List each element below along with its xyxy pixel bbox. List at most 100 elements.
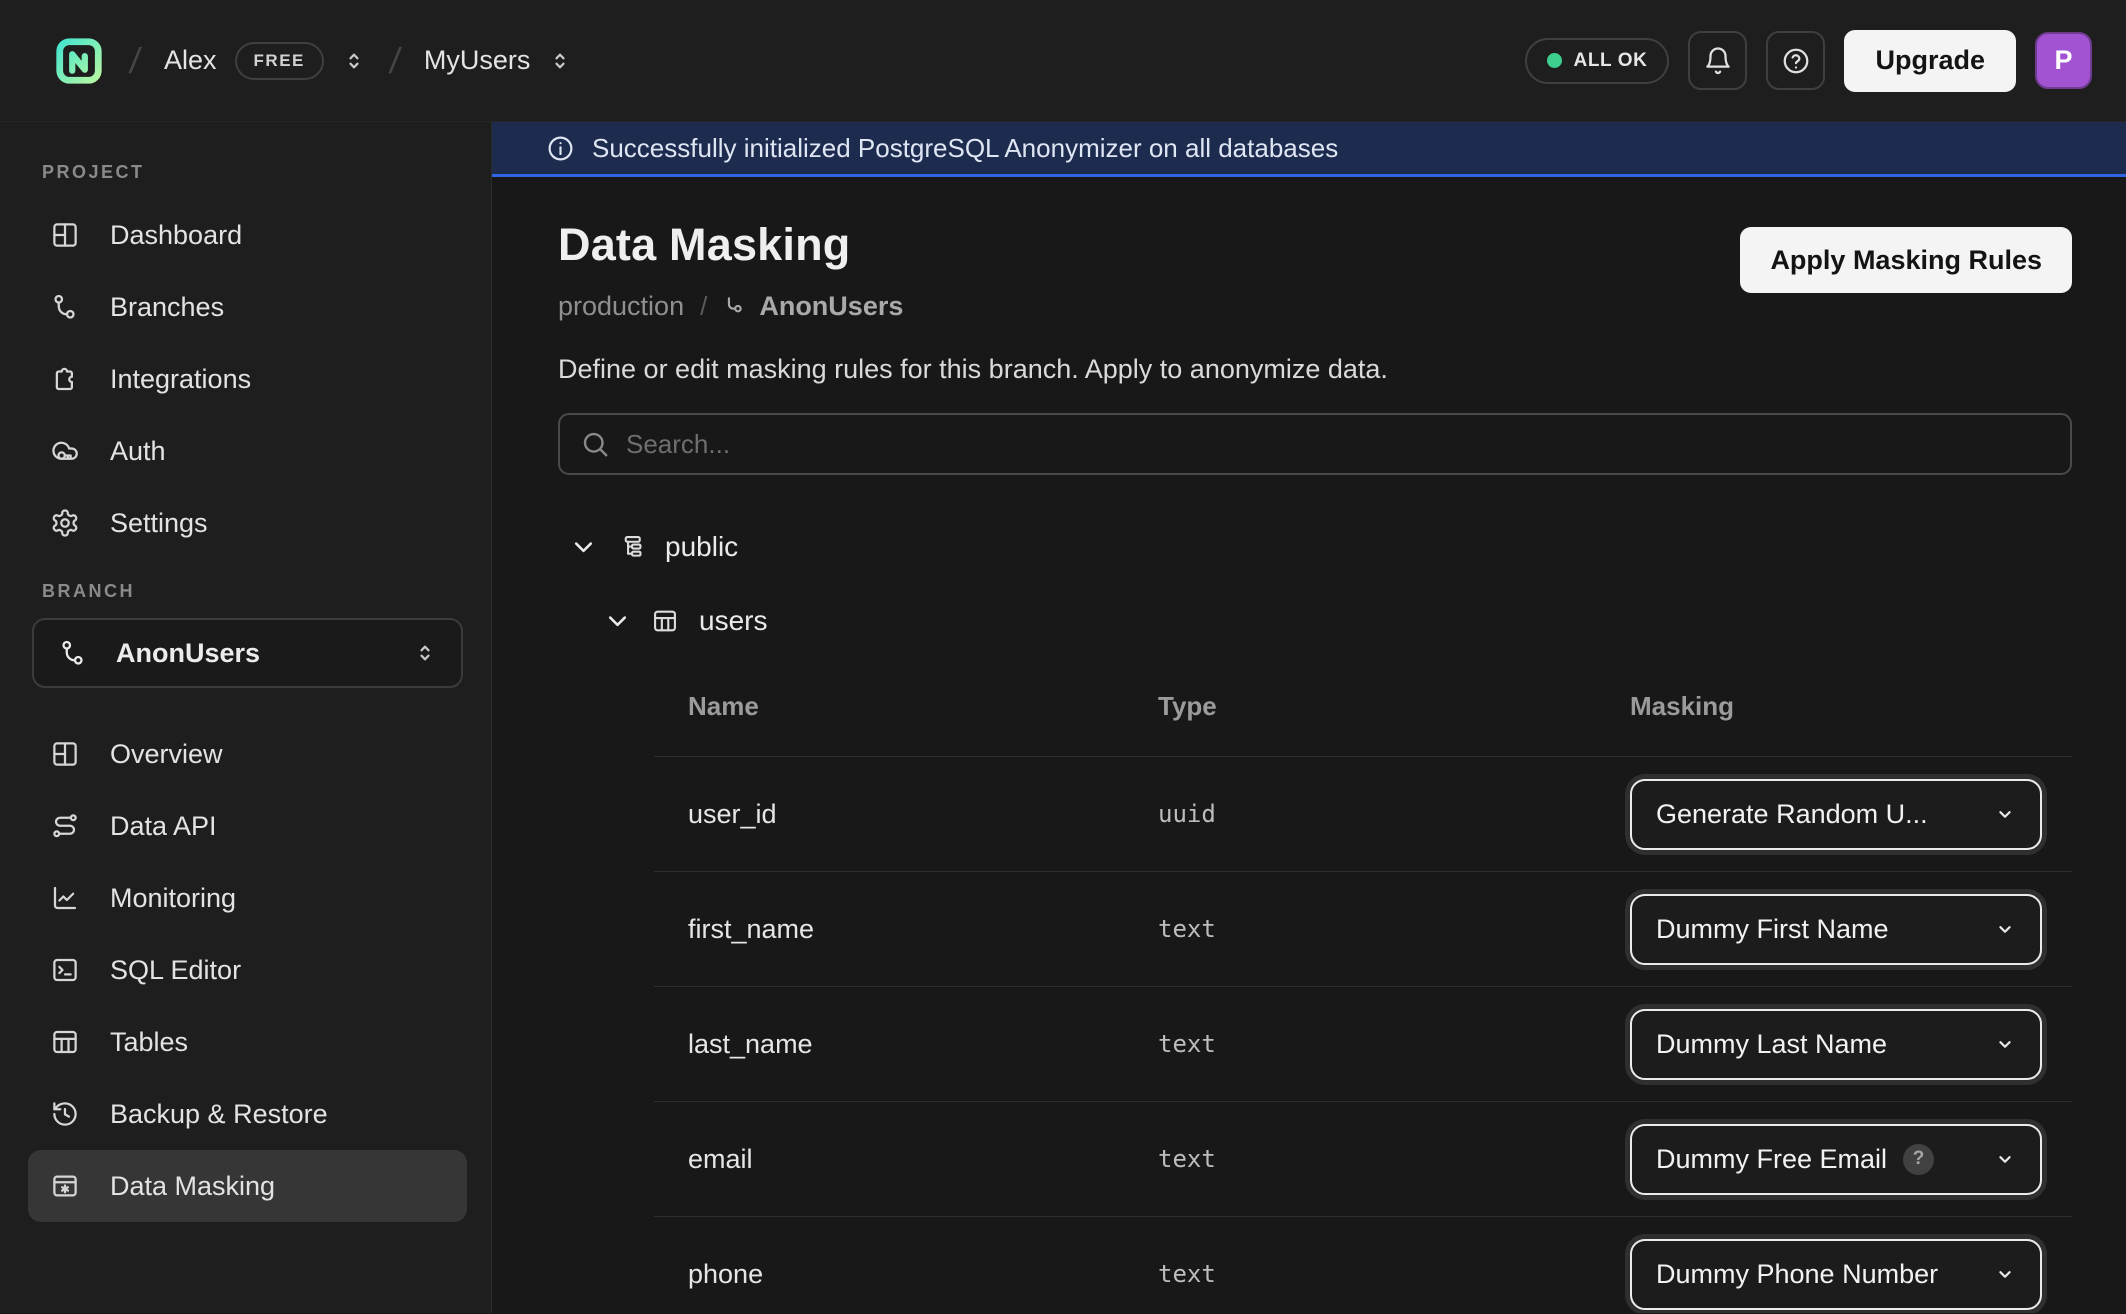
schema-name: public <box>665 531 738 563</box>
columns-table: Name Type Masking user_id uuid Generate … <box>654 665 2072 1313</box>
help-circle-icon <box>1781 46 1811 76</box>
chevron-down-icon[interactable] <box>570 534 597 561</box>
tree-node-table[interactable]: users <box>604 605 2072 637</box>
page-description: Define or edit masking rules for this br… <box>558 354 2072 385</box>
table-row: phone text Dummy Phone Number <box>654 1216 2072 1313</box>
sidebar-item-data-masking[interactable]: Data Masking <box>28 1150 467 1222</box>
chevron-down-icon <box>1994 1148 2016 1170</box>
breadcrumb-current-label: AnonUsers <box>759 291 903 322</box>
status-text: ALL OK <box>1574 50 1648 72</box>
chart-line-icon <box>50 883 80 913</box>
schema-icon <box>617 533 645 561</box>
column-type: text <box>1158 1260 1630 1288</box>
info-icon <box>546 134 575 163</box>
apply-masking-rules-button[interactable]: Apply Masking Rules <box>1740 227 2072 293</box>
org-selector[interactable]: Alex FREE <box>164 42 366 80</box>
masking-rule-select[interactable]: Generate Random U... <box>1630 779 2042 850</box>
chevron-down-icon[interactable] <box>604 608 631 635</box>
terminal-icon <box>50 955 80 985</box>
sidebar-item-backup-restore[interactable]: Backup & Restore <box>28 1078 467 1150</box>
masking-rule-value: Dummy Last Name <box>1656 1029 1887 1060</box>
column-type: text <box>1158 1030 1630 1058</box>
sidebar-item-settings[interactable]: Settings <box>28 487 467 559</box>
column-name: phone <box>688 1259 1158 1290</box>
unfold-icon <box>342 49 366 73</box>
tree-node-schema[interactable]: public <box>570 531 2072 563</box>
chevron-down-icon <box>1994 918 2016 940</box>
masking-rule-value: Dummy First Name <box>1656 914 1889 945</box>
table-row: email text Dummy Free Email ? <box>654 1101 2072 1216</box>
search-icon <box>580 429 610 459</box>
table-row: user_id uuid Generate Random U... <box>654 756 2072 871</box>
page-title: Data Masking <box>558 219 903 271</box>
sidebar-item-tables[interactable]: Tables <box>28 1006 467 1078</box>
user-avatar[interactable]: P <box>2035 32 2092 89</box>
unfold-icon <box>413 641 437 665</box>
status-badge[interactable]: ALL OK <box>1525 38 1670 84</box>
breadcrumb-separator: / <box>127 40 143 82</box>
column-type: text <box>1158 1145 1630 1173</box>
sidebar-item-data-api[interactable]: Data API <box>28 790 467 862</box>
org-name: Alex <box>164 45 217 76</box>
branch-child-icon <box>723 294 749 320</box>
breadcrumb-current: AnonUsers <box>723 291 903 322</box>
masking-rule-select[interactable]: Dummy Last Name <box>1630 1009 2042 1080</box>
sidebar-item-label: Data Masking <box>110 1171 275 1202</box>
plan-badge: FREE <box>235 42 324 80</box>
table-row: last_name text Dummy Last Name <box>654 986 2072 1101</box>
masking-rule-value: Dummy Free Email <box>1656 1144 1887 1175</box>
cloud-key-icon <box>50 436 80 466</box>
table-name: users <box>699 605 767 637</box>
column-type: text <box>1158 915 1630 943</box>
column-name: first_name <box>688 914 1158 945</box>
neon-logo-icon[interactable] <box>52 34 106 88</box>
topbar: / Alex FREE / MyUsers ALL OK Upgrade <box>0 0 2126 122</box>
help-button[interactable] <box>1766 31 1825 90</box>
sidebar-item-label: Settings <box>110 508 208 539</box>
sidebar-item-branches[interactable]: Branches <box>28 271 467 343</box>
masking-rule-select[interactable]: Dummy Phone Number <box>1630 1239 2042 1310</box>
column-name: last_name <box>688 1029 1158 1060</box>
branch-selector[interactable]: AnonUsers <box>32 618 463 688</box>
upgrade-button[interactable]: Upgrade <box>1844 30 2016 92</box>
sidebar-item-dashboard[interactable]: Dashboard <box>28 199 467 271</box>
sidebar-item-auth[interactable]: Auth <box>28 415 467 487</box>
sidebar-item-integrations[interactable]: Integrations <box>28 343 467 415</box>
table-icon <box>50 1027 80 1057</box>
search-box <box>558 413 2072 475</box>
table-icon <box>651 607 679 635</box>
success-banner: Successfully initialized PostgreSQL Anon… <box>492 122 2126 177</box>
breadcrumb-separator: / <box>387 40 403 82</box>
help-badge[interactable]: ? <box>1903 1144 1934 1175</box>
main-panel: Successfully initialized PostgreSQL Anon… <box>492 122 2126 1313</box>
sidebar-item-label: Dashboard <box>110 220 242 251</box>
masking-rule-value: Dummy Phone Number <box>1656 1259 1938 1290</box>
dashboard-icon <box>50 220 80 250</box>
masking-rule-value: Generate Random U... <box>1656 799 1928 830</box>
sidebar-item-sql-editor[interactable]: SQL Editor <box>28 934 467 1006</box>
breadcrumb-separator: / <box>700 291 707 322</box>
column-name: email <box>688 1144 1158 1175</box>
sidebar-item-label: Data API <box>110 811 217 842</box>
sidebar-item-overview[interactable]: Overview <box>28 718 467 790</box>
sidebar-item-label: Overview <box>110 739 223 770</box>
sidebar-item-label: Branches <box>110 292 224 323</box>
window-mask-icon <box>50 1171 80 1201</box>
masking-rule-select[interactable]: Dummy First Name <box>1630 894 2042 965</box>
project-selector[interactable]: MyUsers <box>424 45 573 76</box>
route-icon <box>50 811 80 841</box>
schema-tree: public users <box>558 531 2072 637</box>
search-input[interactable] <box>626 429 2050 460</box>
columns-table-header: Name Type Masking <box>654 665 2072 756</box>
git-branch-icon <box>58 638 88 668</box>
column-name: user_id <box>688 799 1158 830</box>
banner-text: Successfully initialized PostgreSQL Anon… <box>592 133 1338 164</box>
project-name: MyUsers <box>424 45 531 76</box>
breadcrumb-parent[interactable]: production <box>558 291 684 322</box>
sidebar-section-project: PROJECT <box>42 162 467 183</box>
sidebar-item-label: Integrations <box>110 364 251 395</box>
notifications-button[interactable] <box>1688 31 1747 90</box>
sidebar-item-monitoring[interactable]: Monitoring <box>28 862 467 934</box>
puzzle-icon <box>50 364 80 394</box>
masking-rule-select[interactable]: Dummy Free Email ? <box>1630 1124 2042 1195</box>
